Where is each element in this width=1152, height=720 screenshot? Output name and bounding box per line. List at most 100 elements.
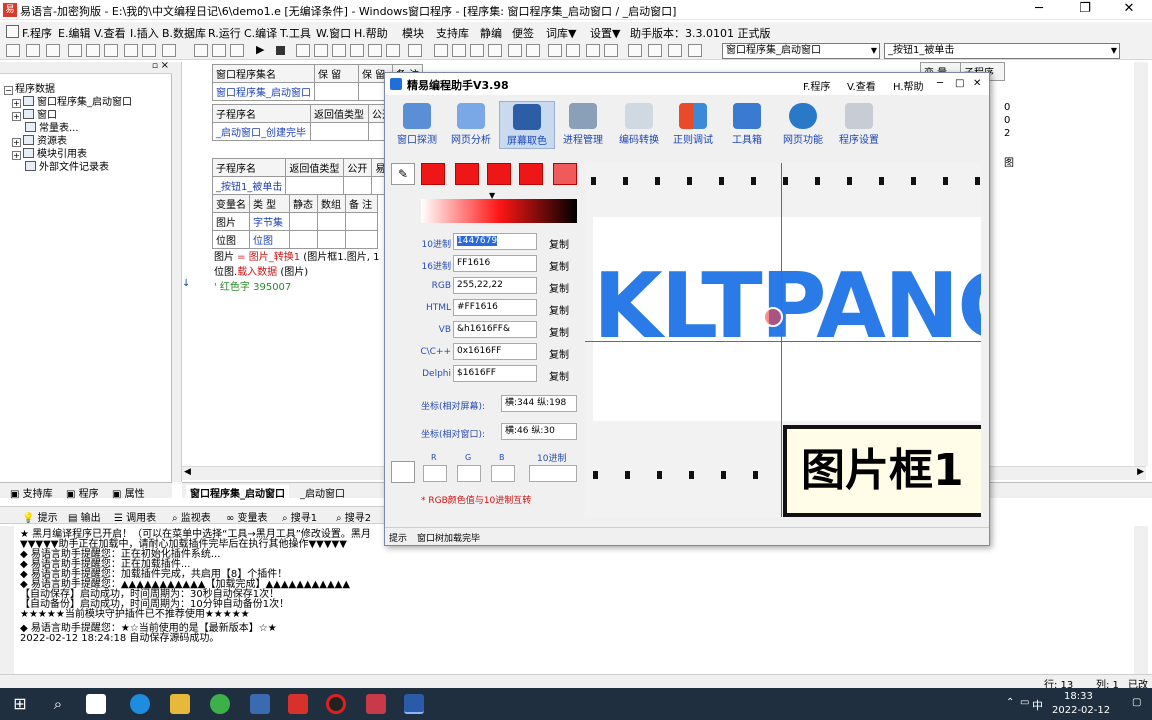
- maximize-button[interactable]: ❐: [1062, 0, 1108, 20]
- tool-web-functions[interactable]: 网页功能: [775, 101, 831, 149]
- copy-html-button[interactable]: 复制: [549, 302, 569, 317]
- step-out-icon[interactable]: [350, 44, 364, 57]
- menu-edit[interactable]: E.编辑: [58, 25, 90, 41]
- variable-name-cell[interactable]: 图片: [212, 212, 250, 231]
- tree-item-external-files[interactable]: 外部文件记录表: [25, 158, 109, 173]
- tab-variables[interactable]: ∞ 变量表: [226, 509, 268, 524]
- pin-icon[interactable]: ▫: [152, 61, 158, 71]
- close-button[interactable]: ✕: [1106, 0, 1152, 20]
- subroutine-select[interactable]: _按钮1_被单击 ▼: [884, 43, 1120, 59]
- same-height-icon[interactable]: [566, 44, 580, 57]
- tool-process-manager[interactable]: 进程管理: [555, 101, 611, 149]
- same-width-icon[interactable]: [548, 44, 562, 57]
- dialog-menu-program[interactable]: F.程序: [803, 78, 830, 93]
- spacing-h-icon[interactable]: [604, 44, 618, 57]
- output-panel[interactable]: ★ 黑月编译程序已开启！（可以在菜单中选择“工具→黑月工具”修改设置。黑月 ▼▼…: [14, 526, 1134, 674]
- module-icon[interactable]: [408, 44, 422, 57]
- coord-window-value[interactable]: 横:46 纵:30: [501, 423, 577, 440]
- copy-cpp-button[interactable]: 复制: [549, 346, 569, 361]
- color-swatch-2[interactable]: [455, 163, 479, 185]
- align-top-icon[interactable]: [470, 44, 484, 57]
- output-scrollbar[interactable]: [1134, 526, 1148, 674]
- menu-notes[interactable]: 便签: [512, 25, 534, 41]
- scroll-left-icon[interactable]: ◀: [184, 467, 191, 477]
- menu-program[interactable]: F.程序: [22, 25, 52, 41]
- field-cpp-input[interactable]: 0x1616FF: [453, 343, 537, 360]
- app-icon-person[interactable]: [250, 694, 270, 714]
- menu-app-icon[interactable]: [6, 25, 19, 38]
- tab-call-stack[interactable]: ☰ 调用表: [114, 509, 156, 524]
- paste-icon[interactable]: [104, 44, 118, 57]
- field-rgb-input[interactable]: 255,22,22: [453, 277, 537, 294]
- tool-encoding-convert[interactable]: 编码转换: [611, 101, 667, 149]
- menu-thesaurus[interactable]: 词库▼: [546, 25, 576, 41]
- undo-icon[interactable]: [124, 44, 138, 57]
- copy-hex-button[interactable]: 复制: [549, 258, 569, 273]
- clock-time[interactable]: 18:33: [1064, 691, 1093, 702]
- coord-screen-value[interactable]: 横:344 纵:198: [501, 395, 577, 412]
- cut-icon[interactable]: [68, 44, 82, 57]
- stop-icon[interactable]: [276, 46, 285, 55]
- step-over-icon[interactable]: [332, 44, 346, 57]
- network-icon[interactable]: ▭: [1020, 697, 1029, 708]
- b-input[interactable]: [491, 465, 515, 482]
- window-layout-icon[interactable]: [194, 44, 208, 57]
- dialog-menu-view[interactable]: V.查看: [847, 78, 876, 93]
- menu-database[interactable]: B.数据库: [162, 25, 206, 41]
- tab-watch[interactable]: ⌕ 监视表: [172, 509, 211, 524]
- step-icon[interactable]: [296, 44, 310, 57]
- variable-type-cell[interactable]: 字节集: [249, 212, 290, 231]
- menu-compile[interactable]: C.编译: [244, 25, 277, 41]
- dialog-close-button[interactable]: ✕: [973, 78, 981, 89]
- tab-startup-window[interactable]: _启动窗口: [300, 485, 345, 500]
- tab-properties[interactable]: ▣ 属性: [112, 485, 145, 500]
- open-file-icon[interactable]: [26, 44, 40, 57]
- menu-module[interactable]: 模块: [402, 25, 424, 41]
- menu-run[interactable]: R.运行: [208, 25, 241, 41]
- save-icon[interactable]: [46, 44, 60, 57]
- same-size-icon[interactable]: [586, 44, 600, 57]
- app-icon-red[interactable]: [366, 694, 386, 714]
- menu-static-compile[interactable]: 静编: [480, 25, 502, 41]
- redo-icon[interactable]: [142, 44, 156, 57]
- color-swatch-3[interactable]: [487, 163, 511, 185]
- tray-chevron-icon[interactable]: ⌃: [1006, 697, 1014, 708]
- windows-start-icon[interactable]: ⊞: [10, 694, 30, 714]
- magnifier-preview[interactable]: KLTPANG 图片框1: [585, 163, 981, 517]
- field-html-input[interactable]: #FF1616: [453, 299, 537, 316]
- tool-program-settings[interactable]: 程序设置: [831, 101, 887, 149]
- wps-icon[interactable]: [288, 694, 308, 714]
- step-into-icon[interactable]: [314, 44, 328, 57]
- panel-close-icon[interactable]: ×: [161, 60, 169, 71]
- notification-icon[interactable]: ▢: [1132, 697, 1141, 708]
- spacing-v-icon[interactable]: [628, 44, 642, 57]
- tab-search-2[interactable]: ⌕ 搜寻2: [336, 509, 371, 524]
- r-input[interactable]: [423, 465, 447, 482]
- menu-tools[interactable]: T.工具: [280, 25, 311, 41]
- dialog-maximize-button[interactable]: □: [955, 78, 964, 89]
- scroll-right-icon[interactable]: ▶: [1137, 467, 1144, 477]
- splitter[interactable]: [172, 62, 182, 482]
- clock-date[interactable]: 2022-02-12: [1052, 705, 1110, 716]
- color-swatch-4[interactable]: [519, 163, 543, 185]
- color-swatch-5[interactable]: [553, 163, 577, 185]
- subroutine-name-cell[interactable]: _启动窗口_创建完毕: [212, 122, 311, 141]
- color-swatch-1[interactable]: [421, 163, 445, 185]
- split-layout-icon[interactable]: [230, 44, 244, 57]
- dialog-minimize-button[interactable]: ─: [937, 78, 943, 89]
- menu-view[interactable]: V.查看: [94, 25, 126, 41]
- variable-name-cell[interactable]: 位图: [212, 230, 250, 249]
- copy-dec-button[interactable]: 复制: [549, 236, 569, 251]
- copy-icon[interactable]: [86, 44, 100, 57]
- copy-vb-button[interactable]: 复制: [549, 324, 569, 339]
- app-icon-green[interactable]: [210, 694, 230, 714]
- tab-search-1[interactable]: ⌕ 搜寻1: [282, 509, 317, 524]
- menu-help[interactable]: H.帮助: [354, 25, 388, 41]
- minimize-button[interactable]: ─: [1016, 0, 1062, 20]
- center-h-icon[interactable]: [508, 44, 522, 57]
- program-set-name-cell[interactable]: 窗口程序集_启动窗口: [212, 82, 315, 101]
- new-file-icon[interactable]: [6, 44, 20, 57]
- task-view-icon[interactable]: [86, 694, 106, 714]
- lock-icon[interactable]: [688, 44, 702, 57]
- input-language[interactable]: 中: [1032, 697, 1043, 713]
